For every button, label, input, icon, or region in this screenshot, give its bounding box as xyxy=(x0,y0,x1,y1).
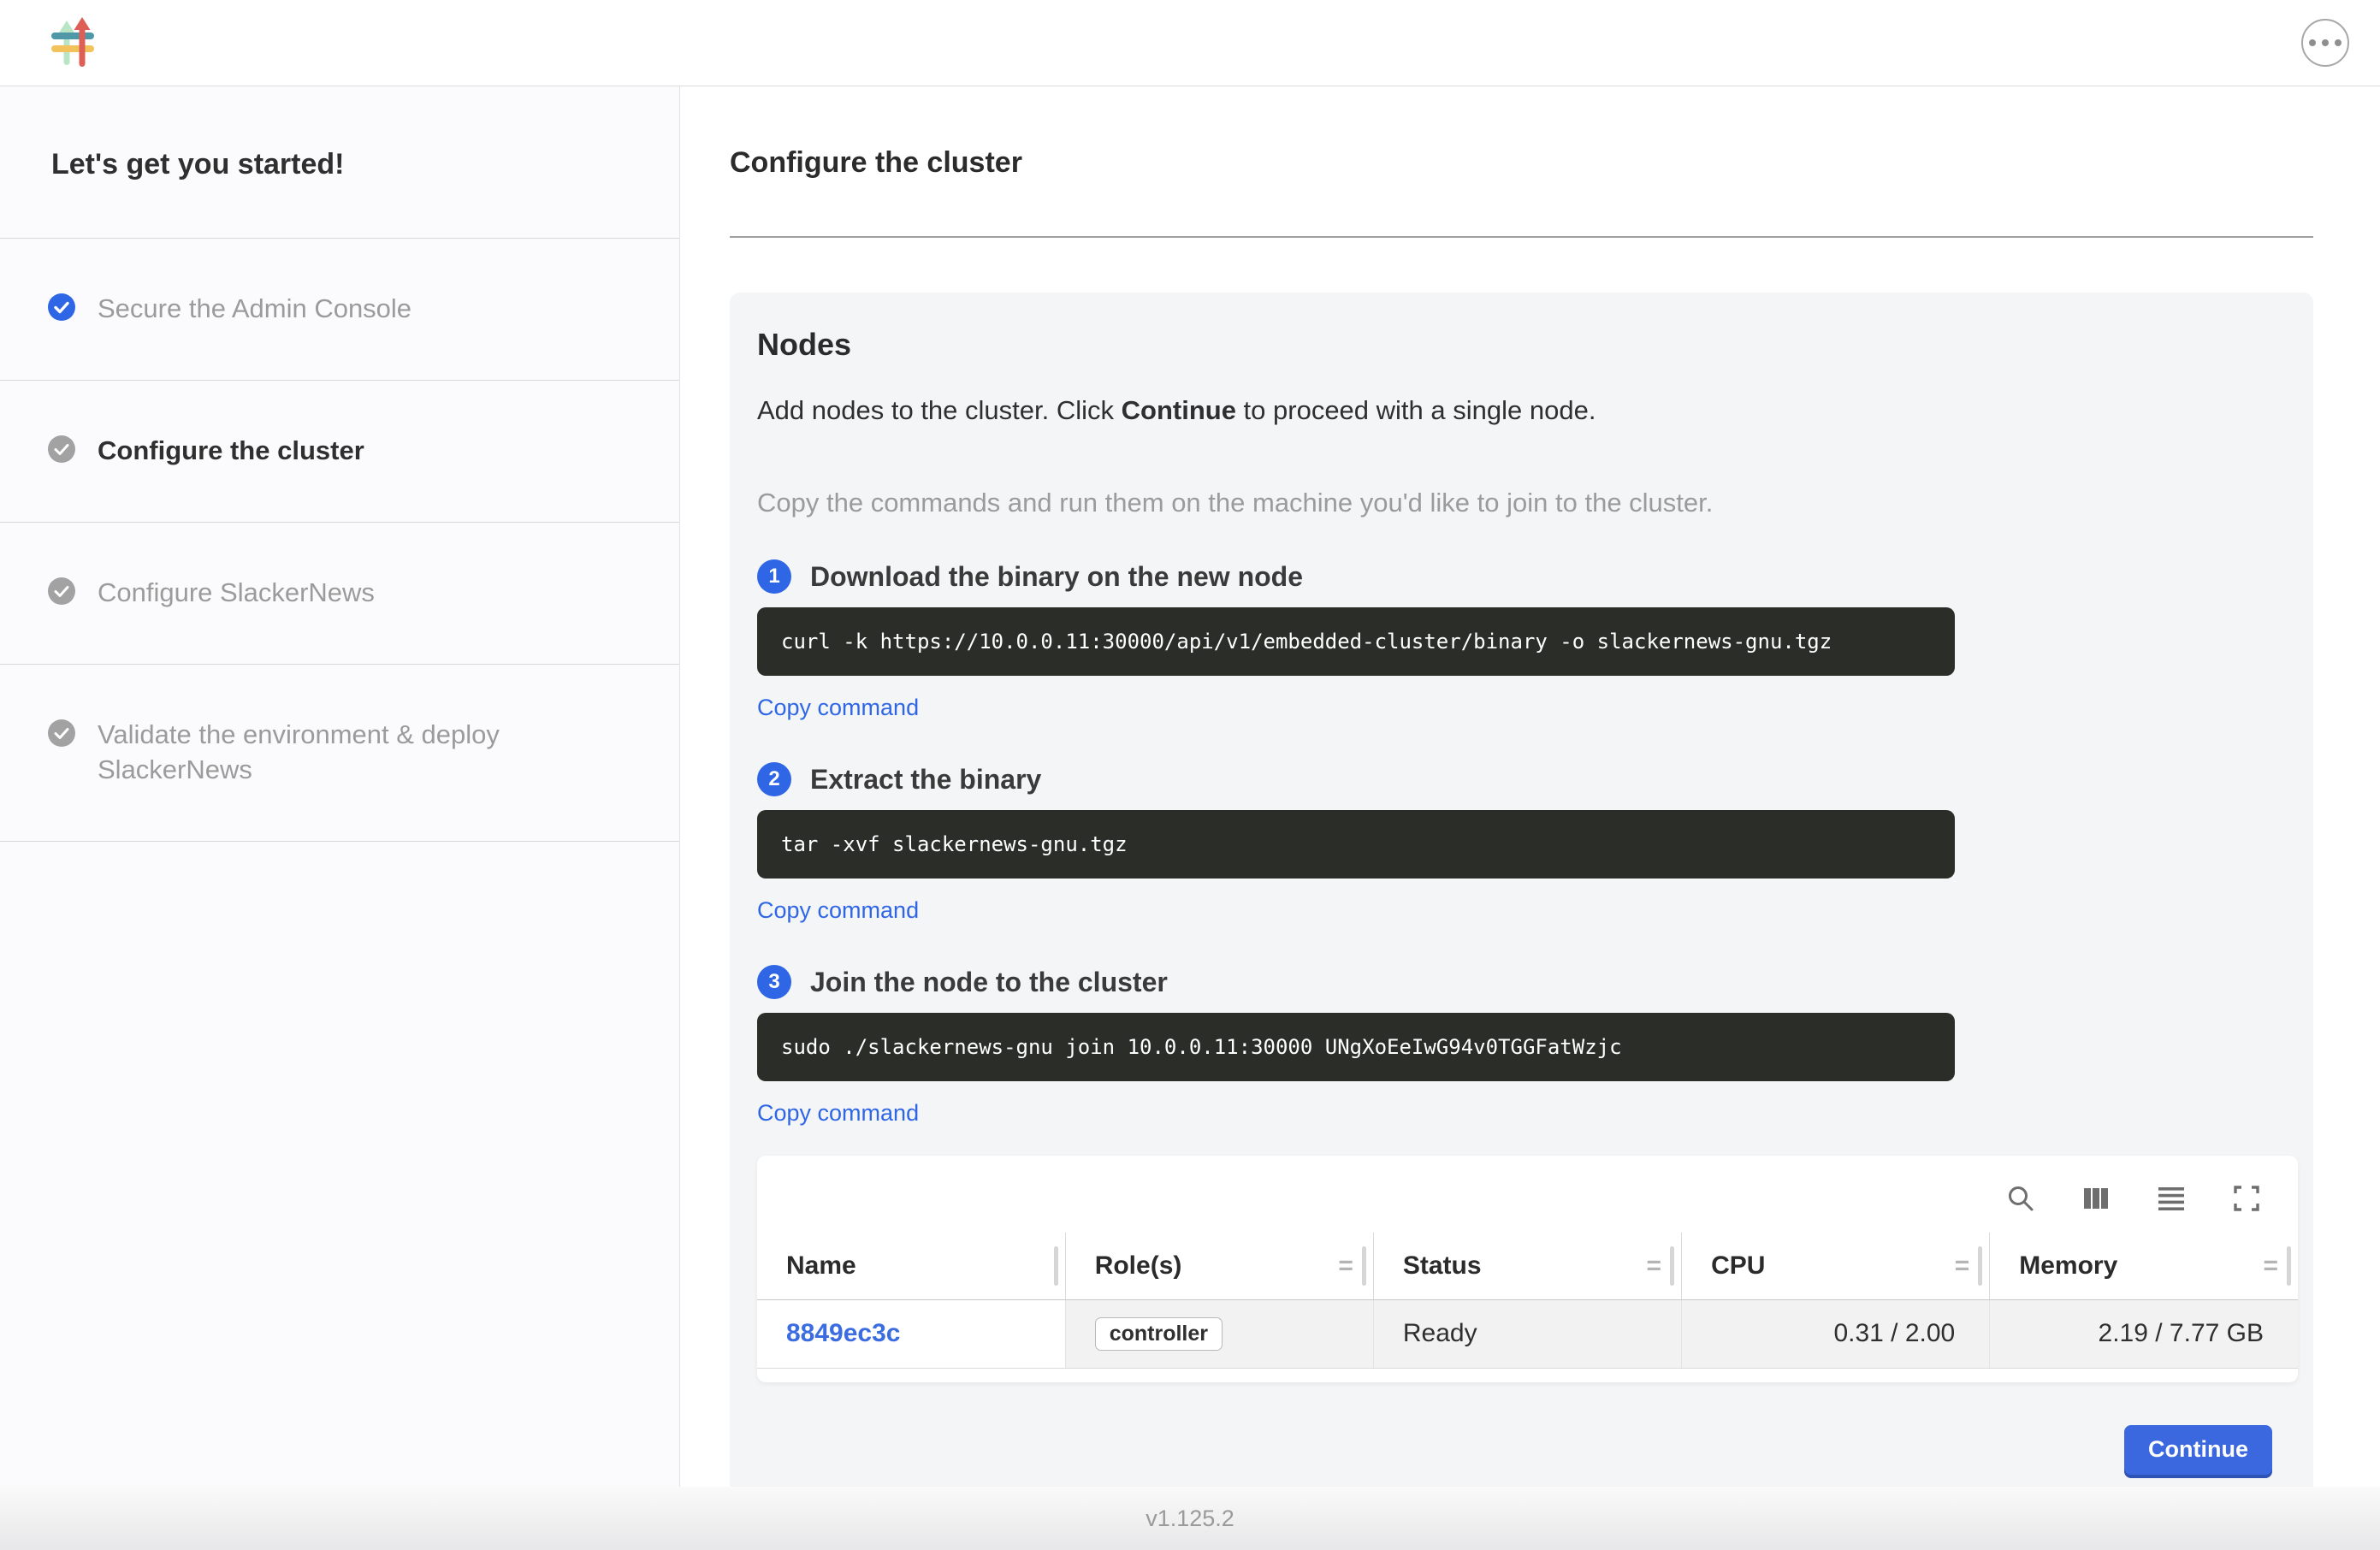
join-hint-text: Copy the commands and run them on the ma… xyxy=(757,488,2272,518)
ellipsis-circle-icon xyxy=(2335,39,2342,46)
main-content: Configure the cluster Nodes Add nodes to… xyxy=(680,86,2380,1487)
title-divider xyxy=(730,236,2313,238)
join-step-1: 1 Download the binary on the new node cu… xyxy=(757,559,2272,721)
column-header-status[interactable]: Status = xyxy=(1373,1233,1681,1299)
column-header-name[interactable]: Name xyxy=(757,1233,1065,1299)
step-number-badge: 3 xyxy=(757,965,791,999)
table-row: 8849ec3c controller Ready 0.31 / 2.00 2.… xyxy=(757,1299,2298,1368)
node-status-cell: Ready xyxy=(1373,1299,1681,1368)
ellipsis-circle-icon xyxy=(2322,39,2329,46)
node-cpu-cell: 0.31 / 2.00 xyxy=(1682,1299,1990,1368)
sidebar-step-secure-admin-console[interactable]: Secure the Admin Console xyxy=(0,239,679,381)
copy-command-link[interactable]: Copy command xyxy=(757,1100,919,1127)
column-header-roles[interactable]: Role(s) = xyxy=(1065,1233,1373,1299)
table-header-row: Name Role(s) = Status = xyxy=(757,1233,2298,1299)
copy-command-link[interactable]: Copy command xyxy=(757,897,919,924)
version-label: v1.125.2 xyxy=(1146,1506,1234,1532)
sidebar-step-label: Validate the environment & deploy Slacke… xyxy=(98,718,631,788)
nodes-description-text: Add nodes to the cluster. Click xyxy=(757,395,1122,425)
column-header-label: Role(s) xyxy=(1095,1251,1182,1280)
drag-handle-icon[interactable]: = xyxy=(1955,1253,1970,1279)
column-resize-handle[interactable] xyxy=(1670,1246,1674,1286)
step-number-badge: 1 xyxy=(757,559,791,594)
column-header-label: Memory xyxy=(2019,1251,2117,1280)
sidebar-step-configure-cluster[interactable]: Configure the cluster xyxy=(0,381,679,523)
more-options-button[interactable] xyxy=(2301,19,2349,67)
check-circle-pending-icon xyxy=(48,577,75,605)
page-footer: v1.125.2 xyxy=(0,1487,2380,1550)
role-chip: controller xyxy=(1095,1317,1223,1351)
nodes-description-text: to proceed with a single node. xyxy=(1236,395,1596,425)
node-name-cell: 8849ec3c xyxy=(757,1299,1065,1368)
sidebar-step-validate-deploy[interactable]: Validate the environment & deploy Slacke… xyxy=(0,665,679,842)
column-resize-handle[interactable] xyxy=(2287,1246,2291,1286)
nodes-card: Nodes Add nodes to the cluster. Click Co… xyxy=(730,293,2313,1487)
node-memory-cell: 2.19 / 7.77 GB xyxy=(1990,1299,2298,1368)
copy-command-link[interactable]: Copy command xyxy=(757,695,919,721)
table-toolbar xyxy=(757,1156,2298,1233)
ellipsis-circle-icon xyxy=(2309,39,2316,46)
page-title: Configure the cluster xyxy=(730,146,2313,180)
drag-handle-icon[interactable]: = xyxy=(1338,1253,1353,1279)
nodes-card-title: Nodes xyxy=(757,327,2272,363)
column-header-label: Status xyxy=(1403,1251,1482,1280)
drag-handle-icon[interactable]: = xyxy=(2263,1253,2278,1279)
nodes-description: Add nodes to the cluster. Click Continue… xyxy=(757,395,2272,426)
drag-handle-icon[interactable]: = xyxy=(1647,1253,1662,1279)
join-step-2: 2 Extract the binary tar -xvf slackernew… xyxy=(757,762,2272,924)
sidebar-step-configure-slackernews[interactable]: Configure SlackerNews xyxy=(0,523,679,665)
step-title: Join the node to the cluster xyxy=(810,967,1168,998)
nodes-table-card: Name Role(s) = Status = xyxy=(757,1156,2298,1382)
density-icon[interactable] xyxy=(2154,1181,2188,1216)
continue-button[interactable]: Continue xyxy=(2124,1425,2272,1475)
search-icon[interactable] xyxy=(2004,1181,2038,1216)
slackernews-logo-icon xyxy=(50,17,98,68)
step-title: Download the binary on the new node xyxy=(810,561,1303,593)
column-header-cpu[interactable]: CPU = xyxy=(1682,1233,1990,1299)
sidebar-step-label: Configure the cluster xyxy=(98,434,364,469)
column-header-memory[interactable]: Memory = xyxy=(1990,1233,2298,1299)
node-roles-cell: controller xyxy=(1065,1299,1373,1368)
column-resize-handle[interactable] xyxy=(1362,1246,1366,1286)
fullscreen-icon[interactable] xyxy=(2229,1181,2264,1216)
step-title: Extract the binary xyxy=(810,764,1041,796)
column-header-label: CPU xyxy=(1711,1251,1765,1280)
top-bar xyxy=(0,0,2380,86)
nodes-description-bold: Continue xyxy=(1122,395,1236,425)
check-circle-pending-icon xyxy=(48,435,75,463)
sidebar-step-label: Secure the Admin Console xyxy=(98,292,411,327)
command-code-block: tar -xvf slackernews-gnu.tgz xyxy=(757,810,1955,879)
column-resize-handle[interactable] xyxy=(1054,1246,1058,1286)
check-circle-pending-icon xyxy=(48,719,75,747)
nodes-table: Name Role(s) = Status = xyxy=(757,1233,2298,1369)
check-circle-complete-icon xyxy=(48,293,75,321)
node-name-link[interactable]: 8849ec3c xyxy=(786,1319,900,1347)
join-step-3: 3 Join the node to the cluster sudo ./sl… xyxy=(757,965,2272,1127)
column-header-label: Name xyxy=(786,1251,856,1280)
command-code-block: sudo ./slackernews-gnu join 10.0.0.11:30… xyxy=(757,1013,1955,1081)
setup-steps-sidebar: Let's get you started! Secure the Admin … xyxy=(0,86,680,1487)
command-code-block: curl -k https://10.0.0.11:30000/api/v1/e… xyxy=(757,607,1955,676)
column-resize-handle[interactable] xyxy=(1978,1246,1982,1286)
columns-icon[interactable] xyxy=(2079,1181,2113,1216)
sidebar-title: Let's get you started! xyxy=(0,86,679,239)
sidebar-step-label: Configure SlackerNews xyxy=(98,576,375,611)
step-number-badge: 2 xyxy=(757,762,791,796)
admin-console-app: Let's get you started! Secure the Admin … xyxy=(0,0,2380,1550)
